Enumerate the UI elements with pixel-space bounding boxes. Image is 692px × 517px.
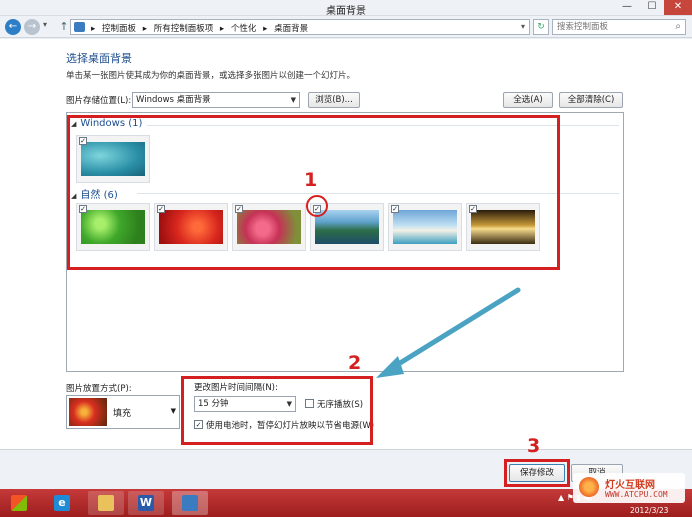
start-button[interactable]: [4, 491, 34, 515]
flame-logo-icon: [579, 477, 599, 497]
word-icon: W: [138, 495, 154, 511]
taskbar-word[interactable]: W: [128, 491, 164, 515]
taskbar-clock[interactable]: 2012/3/23: [630, 506, 668, 515]
watermark-title: 灯火互联网: [605, 480, 655, 491]
taskbar-control-panel[interactable]: [172, 491, 208, 515]
watermark-url: WWW.ATCPU.COM: [605, 490, 668, 499]
watermark: 灯火互联网 WWW.ATCPU.COM: [573, 473, 685, 503]
windows-logo-icon: [11, 495, 27, 511]
annotation-arrow: [376, 287, 521, 378]
internet-explorer-icon: e: [54, 495, 70, 511]
folder-icon: [98, 495, 114, 511]
taskbar-explorer[interactable]: [88, 491, 124, 515]
control-panel-icon: [182, 495, 198, 511]
taskbar-ie[interactable]: e: [44, 491, 80, 515]
